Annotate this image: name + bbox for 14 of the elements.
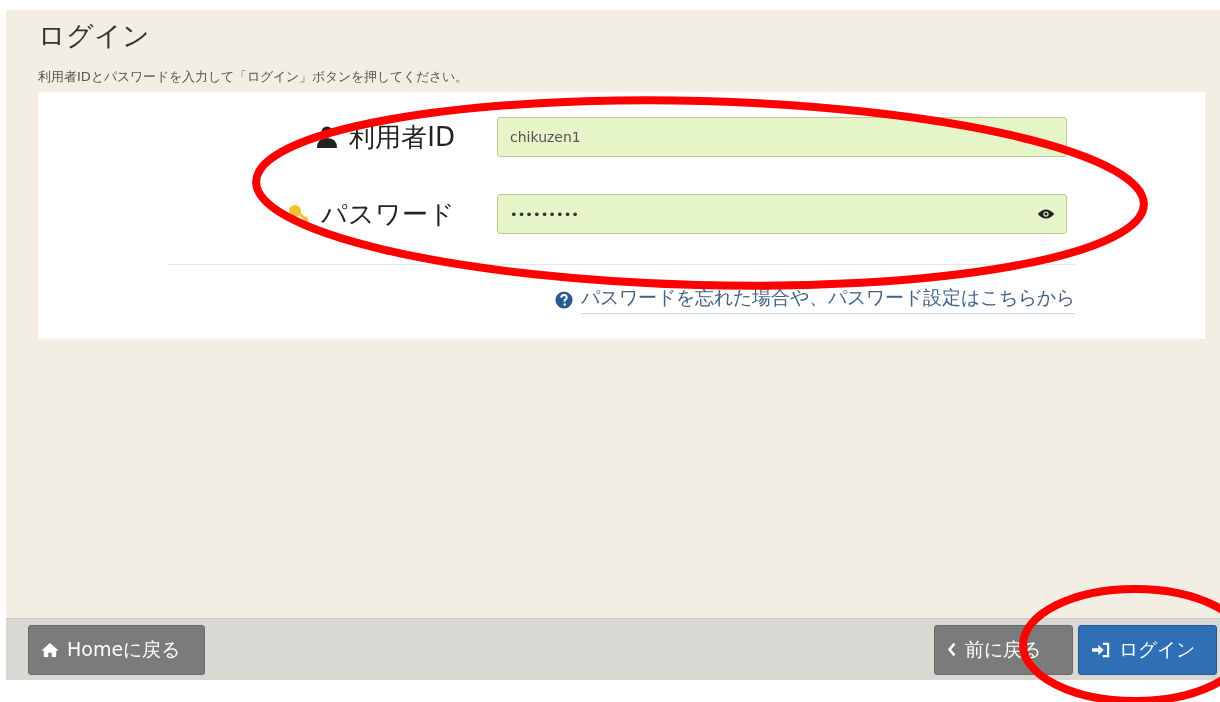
field-label: パスワード (321, 197, 455, 231)
eye-icon[interactable] (1037, 208, 1055, 220)
user-icon (315, 125, 340, 149)
sign-in-icon (1091, 641, 1111, 658)
help-icon (555, 290, 573, 309)
user-id-field[interactable]: chikuzen1 (497, 117, 1067, 157)
instruction-text: 利用者IDとパスワードを入力して「ログイン」ボタンを押してください。 (38, 68, 469, 86)
login-button[interactable]: ログイン (1078, 624, 1217, 675)
password-field[interactable]: ••••••••• (497, 194, 1067, 234)
home-button[interactable]: Homeに戻る (28, 624, 205, 675)
page-title: ログイン (38, 19, 151, 53)
home-icon (41, 641, 59, 658)
forgot-password-link[interactable]: パスワードを忘れた場合や、パスワード設定はこちらから (581, 285, 1075, 314)
chevron-left-icon (947, 642, 957, 657)
